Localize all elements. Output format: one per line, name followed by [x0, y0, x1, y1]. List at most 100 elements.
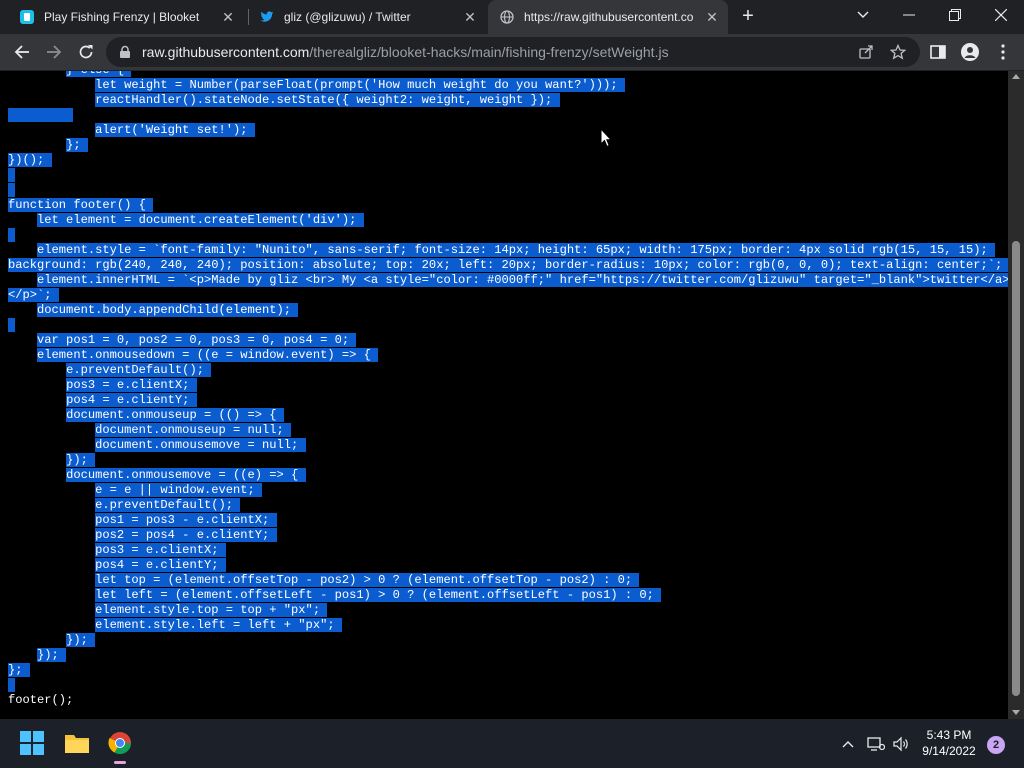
selected-text: background: rgb(240, 240, 240); position… — [8, 258, 1008, 272]
tab-twitter[interactable]: gliz (@glizuwu) / Twitter ✕ — [248, 0, 486, 34]
url-path: /therealgliz/blooket-hacks/main/fishing-… — [309, 44, 669, 60]
code-line: pos4 = e.clientY; — [8, 393, 1008, 408]
selected-text: pos3 = e.clientX; — [95, 543, 226, 557]
selected-text: let left = (element.offsetLeft - pos1) >… — [95, 588, 662, 602]
code-line: document.onmousemove = ((e) => { — [8, 468, 1008, 483]
new-tab-button[interactable]: + — [737, 5, 759, 27]
back-button[interactable] — [8, 38, 36, 66]
selected-text: })(); — [8, 153, 52, 167]
tab-strip: Play Fishing Frenzy | Blooket ✕ gliz (@g… — [0, 0, 1024, 34]
code-line: let element = document.createElement('di… — [8, 213, 1008, 228]
selected-text: }; — [8, 663, 30, 677]
code-line: let top = (element.offsetTop - pos2) > 0… — [8, 573, 1008, 588]
code-line: </p>`; — [8, 288, 1008, 303]
code-line: e.preventDefault(); — [8, 363, 1008, 378]
forward-button[interactable] — [40, 38, 68, 66]
selected-text: }); — [37, 648, 67, 662]
selected-text: element.style = `font-family: "Nunito", … — [37, 243, 996, 257]
selected-text — [8, 108, 74, 122]
code-line: pos1 = pos3 - e.clientX; — [8, 513, 1008, 528]
profile-avatar-icon[interactable] — [961, 43, 979, 61]
close-icon[interactable]: ✕ — [218, 9, 238, 26]
selected-text: element.style.left = left + "px"; — [95, 618, 342, 632]
close-icon[interactable]: ✕ — [460, 9, 480, 26]
selected-text: var pos1 = 0, pos2 = 0, pos3 = 0, pos4 =… — [37, 333, 357, 347]
code-line — [8, 678, 1008, 693]
tab-title: Play Fishing Frenzy | Blooket — [44, 10, 200, 24]
selected-text: document.onmousemove = ((e) => { — [66, 468, 306, 482]
chrome-icon[interactable] — [102, 725, 138, 764]
address-bar[interactable]: raw.githubusercontent.com/therealgliz/bl… — [106, 37, 920, 67]
selected-text: pos2 = pos4 - e.clientY; — [95, 528, 277, 542]
selected-text: pos1 = pos3 - e.clientX; — [95, 513, 277, 527]
code-line: alert('Weight set!'); — [8, 123, 1008, 138]
file-explorer-icon[interactable] — [59, 725, 95, 761]
code-line: }); — [8, 633, 1008, 648]
lock-icon[interactable] — [118, 45, 132, 59]
source-code[interactable]: } else { let weight = Number(parseFloat(… — [8, 71, 1008, 708]
selected-text: document.onmouseup = null; — [95, 423, 292, 437]
selected-text: document.onmouseup = (() => { — [66, 408, 284, 422]
code-line: e.preventDefault(); — [8, 498, 1008, 513]
show-hidden-icons-chevron-icon[interactable] — [838, 719, 858, 768]
bookmark-star-icon[interactable] — [890, 44, 906, 60]
code-line: let weight = Number(parseFloat(prompt('H… — [8, 78, 1008, 93]
selected-text: pos4 = e.clientY; — [95, 558, 226, 572]
selected-text: document.onmousemove = null; — [95, 438, 306, 452]
code-line: }; — [8, 663, 1008, 678]
tab-title: https://raw.githubusercontent.co — [524, 10, 694, 24]
tab-raw-github[interactable]: https://raw.githubusercontent.co ✕ — [488, 0, 728, 34]
close-window-button[interactable] — [978, 0, 1024, 30]
scroll-down-arrow-icon[interactable] — [1012, 710, 1020, 715]
code-line: } else { — [8, 71, 1008, 78]
code-line: })(); — [8, 153, 1008, 168]
side-panel-icon[interactable] — [929, 43, 947, 61]
code-line: }); — [8, 648, 1008, 663]
code-line: element.onmousedown = ((e = window.event… — [8, 348, 1008, 363]
selected-text — [8, 168, 16, 182]
selected-text: alert('Weight set!'); — [95, 123, 255, 137]
vertical-scrollbar[interactable] — [1008, 71, 1024, 719]
windows-start-icon[interactable] — [14, 725, 50, 761]
notification-badge[interactable]: 2 — [987, 736, 1005, 754]
reload-button[interactable] — [72, 38, 100, 66]
more-menu-icon[interactable] — [994, 43, 1012, 61]
tab-blooket[interactable]: Play Fishing Frenzy | Blooket ✕ — [8, 0, 244, 34]
tab-search-chevron-icon[interactable] — [840, 0, 886, 30]
system-clock[interactable]: 5:43 PM 9/14/2022 — [914, 727, 984, 759]
selected-text: </p>`; — [8, 288, 59, 302]
selected-text — [8, 678, 16, 692]
share-icon[interactable] — [858, 44, 874, 60]
code-line: pos2 = pos4 - e.clientY; — [8, 528, 1008, 543]
page-content[interactable]: } else { let weight = Number(parseFloat(… — [0, 71, 1008, 719]
scroll-up-arrow-icon[interactable] — [1012, 74, 1020, 79]
selected-text: function footer() { — [8, 198, 154, 212]
minimize-button[interactable] — [886, 0, 932, 30]
code-line: element.style = `font-family: "Nunito", … — [8, 243, 1008, 258]
code-line: document.body.appendChild(element); — [8, 303, 1008, 318]
restore-button[interactable] — [932, 0, 978, 30]
selected-text: pos3 = e.clientX; — [66, 378, 197, 392]
code-line: document.onmousemove = null; — [8, 438, 1008, 453]
code-line: let left = (element.offsetLeft - pos1) >… — [8, 588, 1008, 603]
clock-time: 5:43 PM — [926, 728, 972, 742]
selected-text: }); — [66, 453, 96, 467]
volume-icon[interactable] — [890, 719, 912, 768]
code-line — [8, 228, 1008, 243]
selected-text: let top = (element.offsetTop - pos2) > 0… — [95, 573, 640, 587]
selected-text: }); — [66, 633, 96, 647]
close-icon[interactable]: ✕ — [702, 9, 722, 26]
url-text[interactable]: raw.githubusercontent.com/therealgliz/bl… — [142, 37, 669, 67]
network-icon[interactable] — [865, 719, 887, 768]
code-line: }); — [8, 453, 1008, 468]
code-line: var pos1 = 0, pos2 = 0, pos3 = 0, pos4 =… — [8, 333, 1008, 348]
code-line: document.onmouseup = null; — [8, 423, 1008, 438]
code-line: }; — [8, 138, 1008, 153]
selected-text: document.body.appendChild(element); — [37, 303, 299, 317]
code-line: document.onmouseup = (() => { — [8, 408, 1008, 423]
scrollbar-thumb[interactable] — [1012, 241, 1020, 696]
code-line: pos3 = e.clientX; — [8, 378, 1008, 393]
code-line: footer(); — [8, 693, 74, 707]
twitter-icon — [260, 10, 274, 24]
taskbar: 5:43 PM 9/14/2022 — [0, 719, 1024, 768]
